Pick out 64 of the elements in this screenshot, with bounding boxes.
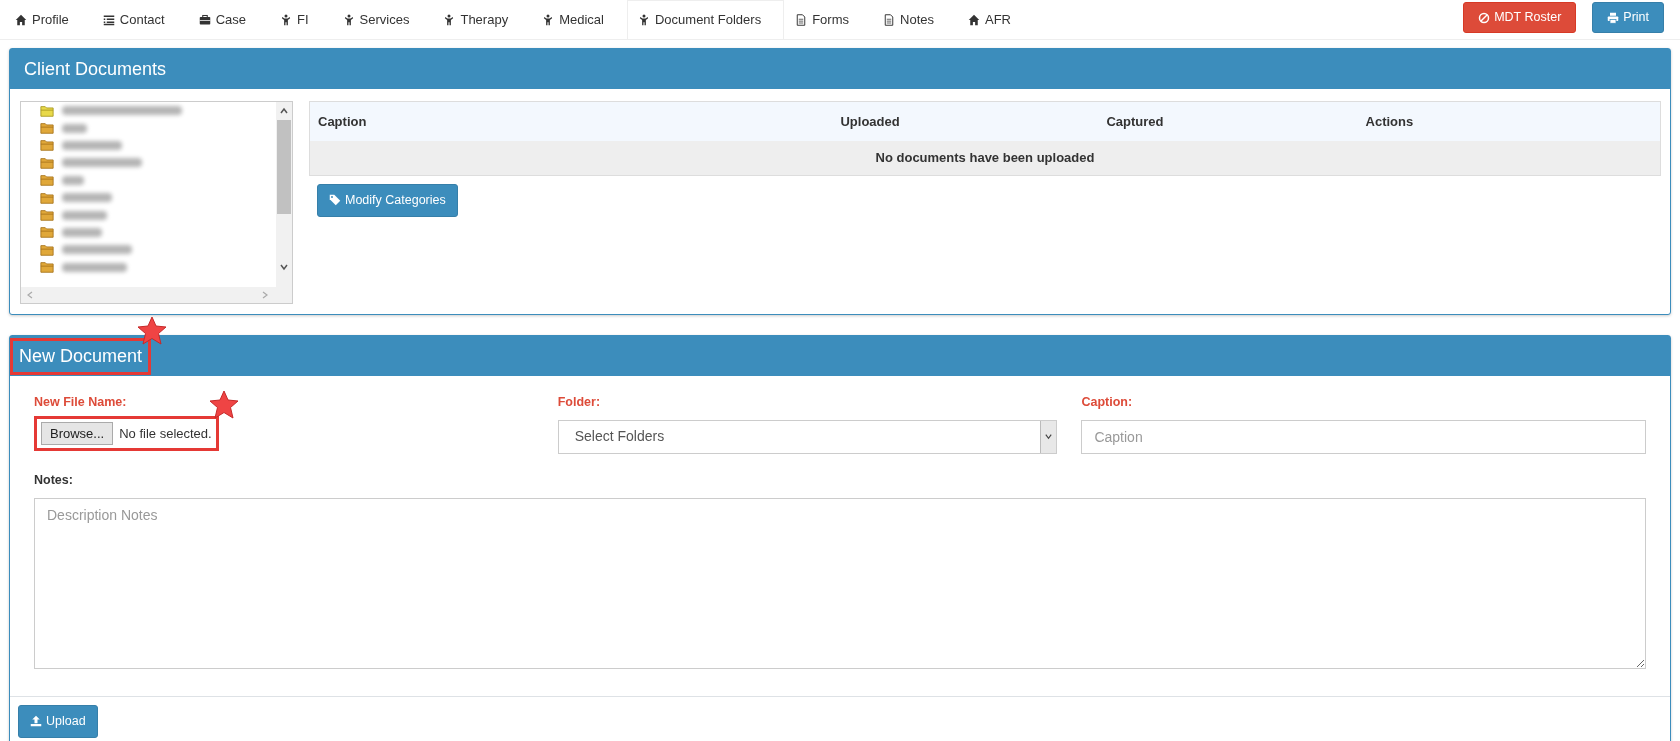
nav-tab[interactable]: Notes [872, 0, 957, 39]
field-label: New File Name: [34, 394, 127, 411]
caption-field[interactable]: Caption [1081, 419, 1646, 454]
panel-title: New Document [18, 344, 144, 368]
panel-title: Client Documents [23, 57, 168, 81]
file-status: No file selected. [119, 424, 212, 443]
briefcase-icon [198, 14, 211, 26]
nav-tab[interactable]: FI [269, 0, 332, 39]
blurred-label [62, 210, 107, 220]
nav-tab[interactable]: Contact [91, 0, 188, 39]
horizontal-scrollbar[interactable] [21, 287, 276, 303]
column-header: Uploaded [840, 113, 900, 129]
nav-tab[interactable]: Medical [531, 0, 627, 39]
print-button[interactable]: Print [1592, 2, 1664, 33]
scroll-right-icon [260, 290, 270, 300]
person-icon [443, 14, 456, 26]
person-icon [542, 14, 555, 26]
nav-tab[interactable]: Case [187, 0, 270, 39]
blurred-label [62, 140, 122, 150]
document-icon [795, 14, 808, 26]
notes-field[interactable]: Description Notes [34, 497, 1646, 669]
person-icon [280, 14, 293, 26]
blurred-label [62, 175, 84, 185]
field-label: Notes: [34, 471, 73, 489]
nav-tab[interactable]: Document Folders [626, 0, 785, 39]
nav-tab[interactable]: Profile [4, 0, 92, 39]
vertical-scrollbar[interactable] [276, 102, 292, 303]
field-label: Folder: [557, 394, 601, 411]
empty-message: No documents have been uploaded [875, 149, 1095, 168]
scroll-up-icon [279, 106, 289, 116]
blurred-label [62, 245, 132, 255]
folder-select[interactable]: Select Folders [557, 419, 1058, 454]
printer-icon [1607, 11, 1620, 24]
modify-categories-button[interactable]: Modify Categories [317, 184, 458, 217]
file-picker[interactable]: Browse... No file selected. [37, 418, 216, 449]
caret-icon [1044, 432, 1054, 442]
person-icon [342, 14, 355, 26]
home-icon [968, 14, 980, 26]
column-header: Captured [1106, 113, 1164, 129]
person-icon [637, 14, 650, 26]
field-label: Caption: [1081, 394, 1133, 411]
list-icon [102, 14, 115, 26]
blurred-label [62, 227, 102, 237]
blurred-label [62, 262, 127, 272]
prohibited-icon [1478, 11, 1491, 24]
tag-icon [329, 194, 341, 207]
upload-icon [30, 715, 42, 728]
home-icon [15, 14, 27, 26]
nav-tab[interactable]: Forms [784, 0, 872, 39]
star-icon [137, 315, 168, 346]
column-header: Actions [1365, 113, 1414, 129]
blurred-label [62, 123, 87, 133]
roster-button[interactable]: MDT Roster [1463, 2, 1577, 33]
nav-tab[interactable]: Services [331, 0, 433, 39]
scroll-down-icon [279, 262, 289, 272]
star-icon [208, 389, 239, 420]
upload-button[interactable]: Upload [18, 705, 98, 738]
nav-tab[interactable]: AFR [957, 0, 1034, 39]
column-header: Caption [318, 113, 367, 129]
nav-tab[interactable]: Therapy [432, 0, 532, 39]
document-icon [883, 14, 895, 26]
blurred-label [62, 193, 112, 203]
browse-button[interactable]: Browse... [41, 421, 114, 446]
scroll-left-icon [25, 290, 35, 300]
